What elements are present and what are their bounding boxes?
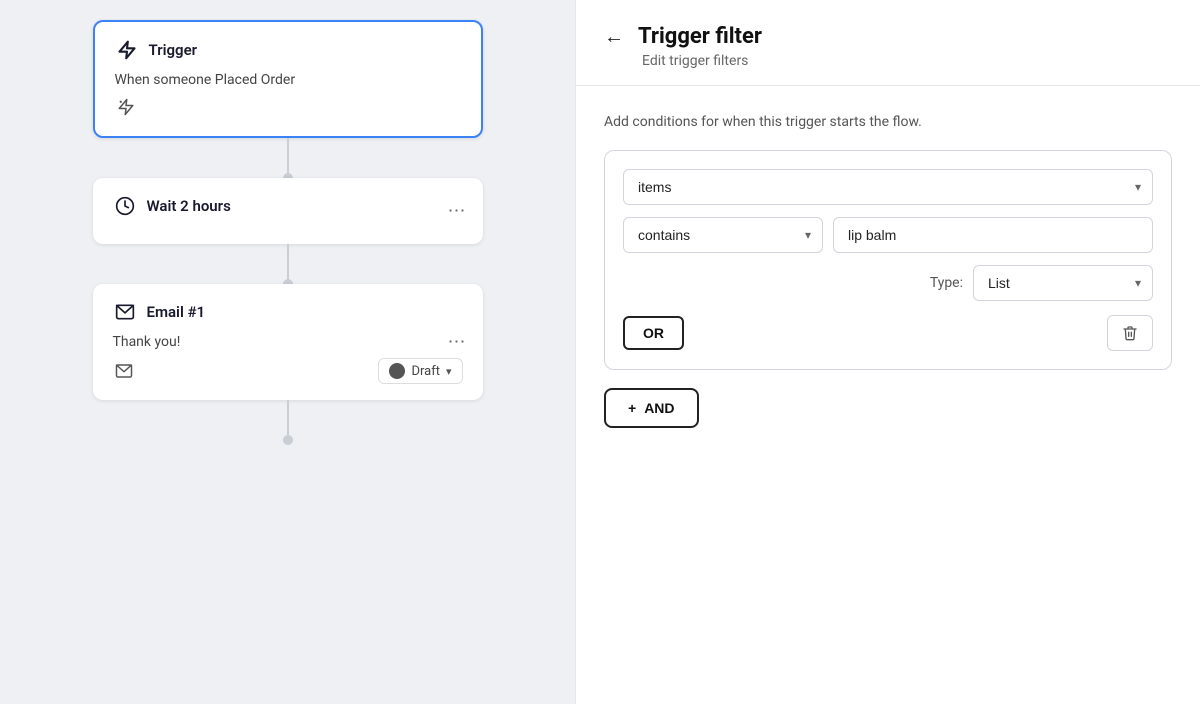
field-row: items ▾ [623,169,1153,205]
email-node[interactable]: Email #1 Thank you! ⋯ Draft ▾ [93,284,483,400]
panel-subtitle: Edit trigger filters [642,53,1172,69]
condition-select[interactable]: contains [623,217,823,253]
delete-condition-button[interactable] [1107,315,1153,351]
panel-body: Add conditions for when this trigger sta… [576,86,1200,704]
instruction-text: Add conditions for when this trigger sta… [604,114,1172,130]
trigger-icon [115,38,139,62]
connector-2 [287,244,289,284]
and-button[interactable]: + AND [604,388,699,428]
or-button[interactable]: OR [623,316,684,350]
email-subtitle: Thank you! [113,334,463,350]
filter-actions: OR [623,315,1153,351]
email-badge-icon [113,360,135,382]
condition-select-wrapper: contains ▾ [623,217,823,253]
panel-header: ← Trigger filter Edit trigger filters [576,0,1200,86]
condition-row: contains ▾ [623,217,1153,253]
field-select[interactable]: items [623,169,1153,205]
trigger-badge-icon [115,96,137,118]
filter-value-input[interactable] [833,217,1153,253]
back-button[interactable]: ← [604,24,624,49]
draft-chevron-icon: ▾ [446,365,452,378]
email-title: Email #1 [147,303,206,321]
and-plus-icon: + [628,400,636,416]
wait-title: Wait 2 hours [147,197,231,215]
email-more-button[interactable]: ⋯ [448,332,467,353]
field-select-wrapper: items ▾ [623,169,1153,205]
filter-block: items ▾ contains ▾ Type: [604,150,1172,370]
flow-canvas: Trigger When someone Placed Order [0,0,575,704]
draft-label: Draft [411,364,440,379]
type-label: Type: [930,275,963,291]
connector-3 [287,400,289,440]
trash-icon [1122,324,1138,342]
clock-icon [113,194,137,218]
trigger-subtitle: When someone Placed Order [115,72,461,88]
and-label: AND [644,400,674,416]
type-select[interactable]: List [973,265,1153,301]
email-icon [113,300,137,324]
wait-more-button[interactable]: ⋯ [448,201,467,222]
type-row: Type: List ▾ [623,265,1153,301]
panel-title: Trigger filter [638,24,762,49]
trigger-node[interactable]: Trigger When someone Placed Order [93,20,483,138]
draft-circle-icon [389,363,405,379]
trigger-filter-panel: ← Trigger filter Edit trigger filters Ad… [575,0,1200,704]
type-select-wrapper: List ▾ [973,265,1153,301]
connector-1 [287,138,289,178]
draft-status-button[interactable]: Draft ▾ [378,358,462,384]
wait-node[interactable]: Wait 2 hours ⋯ [93,178,483,244]
trigger-title: Trigger [149,41,198,59]
